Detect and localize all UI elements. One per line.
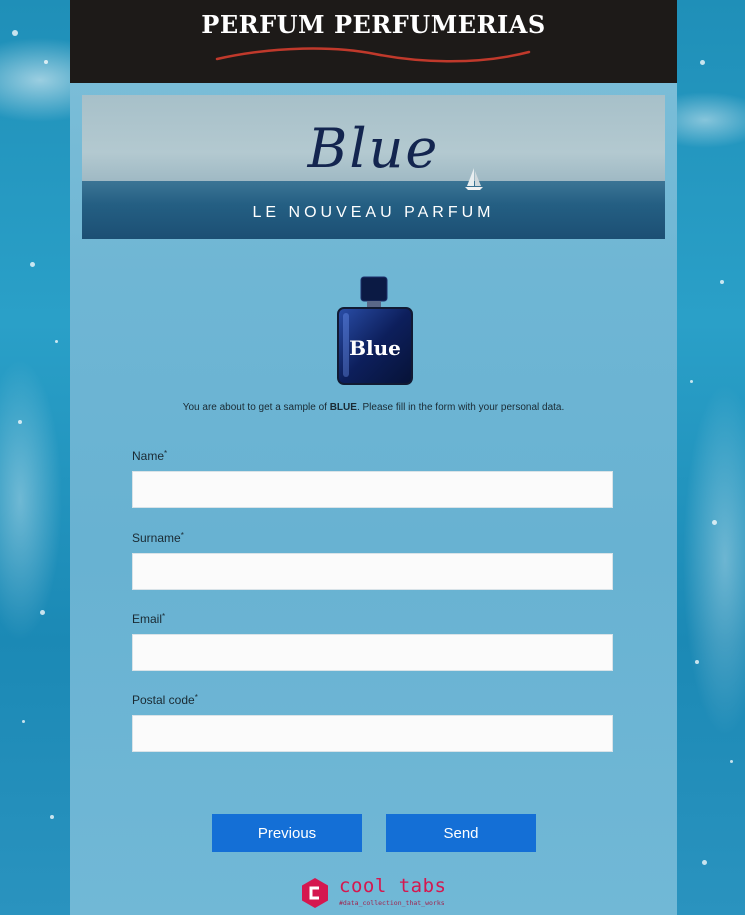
hero-banner: Blue LE NOUVEAU PARFUM [82, 95, 665, 239]
postal-code-input[interactable] [132, 715, 613, 752]
perfume-bottle-image: Blue [337, 276, 413, 385]
send-button[interactable]: Send [386, 814, 536, 852]
intro-highlight: BLUE [329, 402, 357, 413]
previous-button[interactable]: Previous [212, 814, 362, 852]
name-input[interactable] [132, 471, 613, 508]
cooltabs-logo-icon [302, 878, 328, 908]
intro-text: You are about to get a sample of BLUE. P… [70, 402, 677, 413]
email-label: Email* [132, 612, 166, 626]
brand-swoosh-icon [215, 47, 531, 63]
name-label: Name* [132, 449, 168, 463]
surname-input[interactable] [132, 553, 613, 590]
postal-code-label: Postal code* [132, 693, 198, 707]
email-input[interactable] [132, 634, 613, 671]
intro-after: . Please fill in the form with your pers… [356, 402, 565, 413]
bottle-label: Blue [349, 336, 401, 360]
form-page: PERFUM PERFUMERIAS Blue LE NOUVEAU PARFU… [70, 0, 677, 915]
sailboat-icon [465, 168, 483, 190]
footer-tagline: #data_collection_that_works [339, 899, 445, 907]
intro-before: You are about to get a sample of [182, 402, 330, 413]
brand-title: PERFUM PERFUMERIAS [201, 10, 546, 39]
banner-title: Blue [307, 117, 440, 180]
site-header: PERFUM PERFUMERIAS [70, 0, 677, 83]
footer-brand-name: cool tabs [339, 875, 447, 897]
surname-label: Surname* [132, 531, 184, 545]
banner-subtitle: LE NOUVEAU PARFUM [252, 204, 495, 221]
